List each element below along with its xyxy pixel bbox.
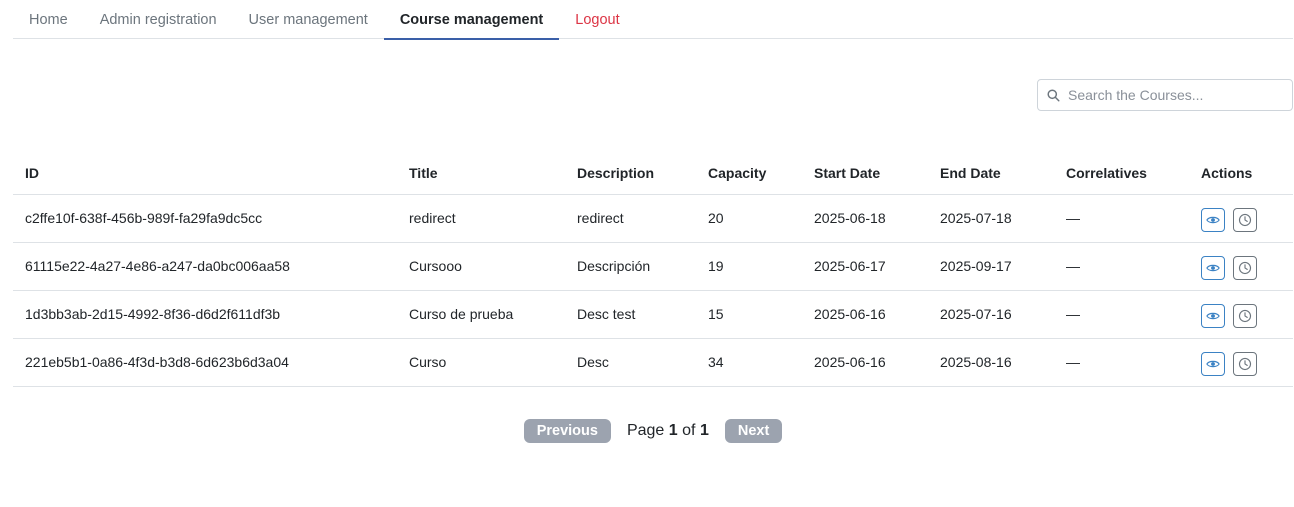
- cell-title: redirect: [397, 194, 565, 243]
- table-row: 221eb5b1-0a86-4f3d-b3d8-6d623b6d3a04 Cur…: [13, 338, 1293, 387]
- eye-icon: [1206, 216, 1220, 224]
- cell-end-date: 2025-08-16: [928, 338, 1054, 387]
- current-page: 1: [668, 422, 678, 439]
- clock-icon: [1238, 309, 1252, 323]
- tab-home[interactable]: Home: [13, 0, 84, 39]
- cell-actions: [1189, 338, 1293, 387]
- clock-icon: [1238, 261, 1252, 275]
- column-header-description: Description: [565, 152, 696, 195]
- cell-id: 1d3bb3ab-2d15-4992-8f36-d6d2f611df3b: [13, 290, 397, 339]
- table-row: 1d3bb3ab-2d15-4992-8f36-d6d2f611df3b Cur…: [13, 290, 1293, 339]
- cell-correlatives: —: [1054, 194, 1189, 243]
- column-header-actions: Actions: [1189, 152, 1293, 195]
- search-box: [1037, 79, 1293, 111]
- cell-capacity: 19: [696, 242, 802, 291]
- table-header-row: ID Title Description Capacity Start Date…: [13, 152, 1293, 195]
- column-header-id: ID: [13, 152, 397, 195]
- pagination: Previous Page 1 of 1 Next: [0, 419, 1294, 443]
- cell-end-date: 2025-09-17: [928, 242, 1054, 291]
- view-button[interactable]: [1201, 256, 1225, 280]
- cell-correlatives: —: [1054, 290, 1189, 339]
- column-header-correlatives: Correlatives: [1054, 152, 1189, 195]
- table-row: c2ffe10f-638f-456b-989f-fa29fa9dc5cc red…: [13, 194, 1293, 243]
- cell-capacity: 20: [696, 194, 802, 243]
- page-indicator: Page 1 of 1: [627, 422, 709, 440]
- cell-title: Cursooo: [397, 242, 565, 291]
- history-button[interactable]: [1233, 256, 1257, 280]
- page-word: Page: [626, 422, 665, 439]
- tab-admin-registration[interactable]: Admin registration: [84, 0, 233, 39]
- cell-start-date: 2025-06-16: [802, 290, 928, 339]
- cell-id: 221eb5b1-0a86-4f3d-b3d8-6d623b6d3a04: [13, 338, 397, 387]
- eye-icon: [1206, 264, 1220, 272]
- cell-description: Desc test: [565, 290, 696, 339]
- history-button[interactable]: [1233, 352, 1257, 376]
- cell-correlatives: —: [1054, 242, 1189, 291]
- view-button[interactable]: [1201, 352, 1225, 376]
- search-input[interactable]: [1068, 87, 1283, 103]
- column-header-start-date: Start Date: [802, 152, 928, 195]
- cell-actions: [1189, 194, 1293, 243]
- previous-button[interactable]: Previous: [523, 419, 611, 443]
- table-row: 61115e22-4a27-4e86-a247-da0bc006aa58 Cur…: [13, 242, 1293, 291]
- column-header-title: Title: [397, 152, 565, 195]
- eye-icon: [1206, 360, 1220, 368]
- cell-correlatives: —: [1054, 338, 1189, 387]
- cell-title: Curso de prueba: [397, 290, 565, 339]
- cell-actions: [1189, 242, 1293, 291]
- eye-icon: [1206, 312, 1220, 320]
- view-button[interactable]: [1201, 208, 1225, 232]
- tab-user-management[interactable]: User management: [233, 0, 384, 39]
- cell-description: redirect: [565, 194, 696, 243]
- cell-id: 61115e22-4a27-4e86-a247-da0bc006aa58: [13, 242, 397, 291]
- cell-capacity: 34: [696, 338, 802, 387]
- history-button[interactable]: [1233, 304, 1257, 328]
- history-button[interactable]: [1233, 208, 1257, 232]
- view-button[interactable]: [1201, 304, 1225, 328]
- next-button[interactable]: Next: [724, 419, 783, 443]
- cell-title: Curso: [397, 338, 565, 387]
- cell-start-date: 2025-06-16: [802, 338, 928, 387]
- top-nav: Home Admin registration User management …: [13, 0, 1293, 40]
- column-header-end-date: End Date: [928, 152, 1054, 195]
- courses-table: ID Title Description Capacity Start Date…: [13, 152, 1293, 387]
- cell-start-date: 2025-06-17: [802, 242, 928, 291]
- logout-link[interactable]: Logout: [559, 0, 635, 39]
- cell-actions: [1189, 290, 1293, 339]
- cell-start-date: 2025-06-18: [802, 194, 928, 243]
- cell-description: Desc: [565, 338, 696, 387]
- cell-end-date: 2025-07-16: [928, 290, 1054, 339]
- clock-icon: [1238, 357, 1252, 371]
- cell-capacity: 15: [696, 290, 802, 339]
- clock-icon: [1238, 213, 1252, 227]
- of-word: of: [682, 422, 696, 439]
- cell-end-date: 2025-07-18: [928, 194, 1054, 243]
- tab-course-management[interactable]: Course management: [383, 0, 560, 40]
- cell-description: Descripción: [565, 242, 696, 291]
- search-icon: [1038, 88, 1068, 102]
- cell-id: c2ffe10f-638f-456b-989f-fa29fa9dc5cc: [13, 194, 397, 243]
- column-header-capacity: Capacity: [696, 152, 802, 195]
- total-pages: 1: [699, 422, 709, 439]
